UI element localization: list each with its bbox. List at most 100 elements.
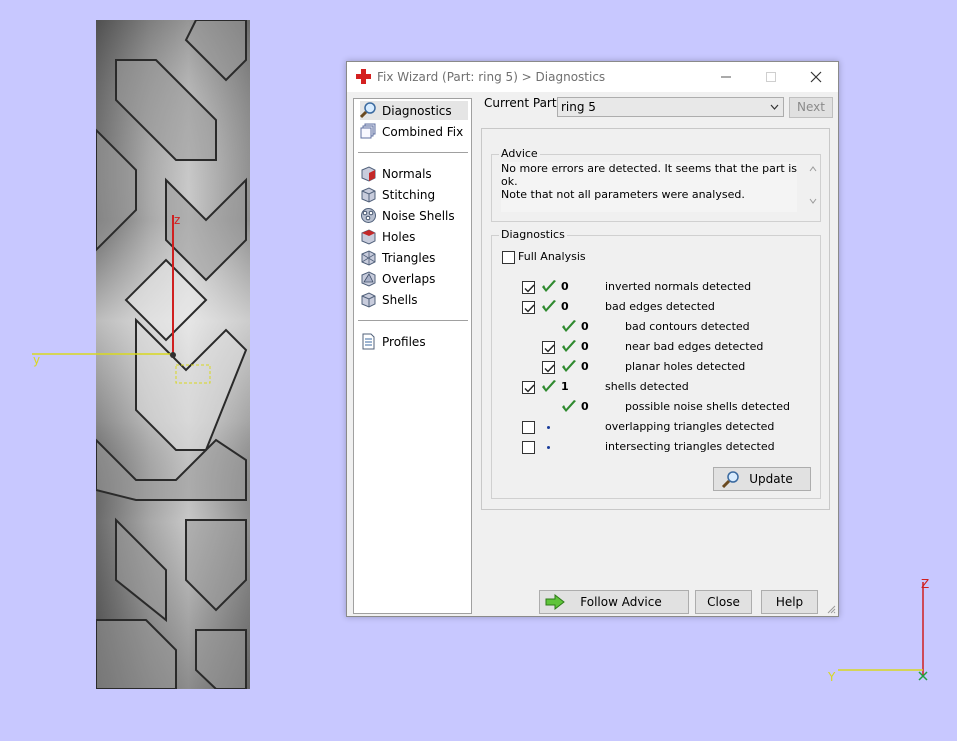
diagnostics-panel: Advice No more errors are detected. It s… (481, 128, 830, 510)
resize-grip-icon[interactable] (826, 604, 836, 614)
diagnostic-count: 0 (561, 300, 569, 313)
advice-title: Advice (499, 147, 540, 160)
shells-icon (361, 292, 376, 308)
pending-dot-icon (547, 426, 550, 429)
nav-item-stitching[interactable]: Stitching (360, 185, 468, 204)
full-analysis-checkbox[interactable] (502, 251, 515, 264)
close-button[interactable]: Close (695, 590, 752, 614)
red-cross-icon (356, 69, 371, 84)
overlaps-icon (361, 271, 376, 287)
window-title: Fix Wizard (Part: ring 5) > Diagnostics (377, 70, 606, 84)
green-check-icon (562, 320, 576, 332)
checkmark-icon (524, 284, 535, 293)
noise-shells-icon (361, 208, 376, 223)
ring-model-render[interactable] (96, 20, 250, 689)
axis-y-label: y (33, 353, 41, 367)
green-arrow-icon (545, 594, 565, 610)
nav-item-triangles[interactable]: Triangles (360, 248, 468, 267)
diagnostic-label: overlapping triangles detected (605, 420, 775, 433)
close-icon (810, 71, 822, 83)
green-check-icon (542, 300, 556, 312)
current-part-value: ring 5 (561, 100, 596, 114)
close-window-button[interactable] (793, 62, 838, 92)
next-button[interactable]: Next (789, 97, 833, 118)
diagnostic-label: bad contours detected (625, 320, 750, 333)
pending-dot-icon (547, 446, 550, 449)
diagnostic-checkbox[interactable] (522, 441, 535, 454)
diagnostic-checkbox[interactable] (522, 301, 535, 314)
advice-group: Advice No more errors are detected. It s… (491, 147, 821, 222)
diagnostic-label: shells detected (605, 380, 689, 393)
nav-item-label: Holes (382, 229, 416, 244)
chevron-down-icon (770, 104, 779, 110)
diagnostic-count: 0 (561, 280, 569, 293)
diagnostics-group: Diagnostics Full Analysis 0 inverted norm… (491, 228, 821, 499)
magnifier-icon (360, 102, 376, 119)
current-part-select[interactable]: ring 5 (557, 97, 784, 117)
diagnostic-count: 0 (581, 340, 589, 353)
fix-wizard-dialog: Fix Wizard (Part: ring 5) > Diagnostics … (346, 61, 839, 617)
triangles-icon (361, 250, 376, 266)
nav-item-holes[interactable]: Holes (360, 227, 468, 246)
nav-item-shells[interactable]: Shells (360, 290, 468, 309)
nav-item-label: Diagnostics (382, 103, 452, 118)
current-part-label: Current Part: (484, 96, 561, 110)
full-analysis-label: Full Analysis (518, 250, 586, 263)
nav-item-label: Overlaps (382, 271, 436, 286)
advice-scrollbar[interactable] (807, 161, 819, 209)
holes-cube-icon (361, 229, 376, 245)
nav-item-label: Profiles (382, 334, 426, 349)
follow-advice-button[interactable]: Follow Advice (539, 590, 689, 614)
diagnostic-label: planar holes detected (625, 360, 746, 373)
layers-icon (360, 123, 376, 139)
green-check-icon (542, 280, 556, 292)
diagnostic-label: inverted normals detected (605, 280, 752, 293)
follow-advice-label: Follow Advice (580, 595, 662, 609)
checkmark-icon (544, 344, 555, 353)
minimize-icon (721, 76, 731, 78)
nav-item-label: Shells (382, 292, 418, 307)
diagnostic-count: 0 (581, 400, 589, 413)
nav-item-profiles[interactable]: Profiles (360, 332, 468, 351)
nav-separator (358, 320, 468, 321)
document-icon (362, 333, 375, 350)
green-check-icon (562, 360, 576, 372)
nav-item-noise-shells[interactable]: Noise Shells (360, 206, 468, 225)
nav-item-label: Normals (382, 166, 432, 181)
green-check-icon (562, 400, 576, 412)
diagnostic-count: 0 (581, 360, 589, 373)
title-bar[interactable]: Fix Wizard (Part: ring 5) > Diagnostics (347, 62, 838, 92)
advice-text-box: No more errors are detected. It seems th… (501, 162, 797, 212)
checkmark-icon (544, 364, 555, 373)
diagnostic-label: near bad edges detected (625, 340, 764, 353)
nav-item-normals[interactable]: Normals (360, 164, 468, 183)
corner-axis-y-label: Y (828, 670, 836, 684)
diagnostic-count: 0 (581, 320, 589, 333)
diagnostic-checkbox[interactable] (522, 381, 535, 394)
diagnostic-checkbox[interactable] (522, 421, 535, 434)
diagnostic-checkbox[interactable] (522, 281, 535, 294)
nav-item-diagnostics[interactable]: Diagnostics (360, 101, 468, 120)
corner-axis-z-label: Z (921, 577, 930, 591)
checkmark-icon (524, 304, 535, 313)
advice-line-2: Note that not all parameters were analys… (501, 188, 745, 201)
help-button[interactable]: Help (761, 590, 818, 614)
normals-cube-icon (361, 166, 376, 182)
maximize-button[interactable] (748, 62, 793, 92)
update-button[interactable]: Update (713, 467, 811, 491)
wizard-nav: Diagnostics Combined Fix Normals Stitchi… (353, 98, 472, 614)
diagnostic-count: 1 (561, 380, 569, 393)
diagnostic-label: possible noise shells detected (625, 400, 791, 413)
nav-item-combined-fix[interactable]: Combined Fix (360, 122, 468, 141)
stitching-cube-icon (361, 187, 376, 203)
diagnostic-label: bad edges detected (605, 300, 715, 313)
diagnostic-label: intersecting triangles detected (605, 440, 775, 453)
checkmark-icon (524, 384, 535, 393)
minimize-button[interactable] (703, 62, 748, 92)
nav-item-overlaps[interactable]: Overlaps (360, 269, 468, 288)
diagnostic-checkbox[interactable] (542, 361, 555, 374)
magnifier-icon (721, 471, 739, 488)
nav-item-label: Noise Shells (382, 208, 455, 223)
advice-line-1: No more errors are detected. It seems th… (501, 162, 798, 188)
diagnostic-checkbox[interactable] (542, 341, 555, 354)
